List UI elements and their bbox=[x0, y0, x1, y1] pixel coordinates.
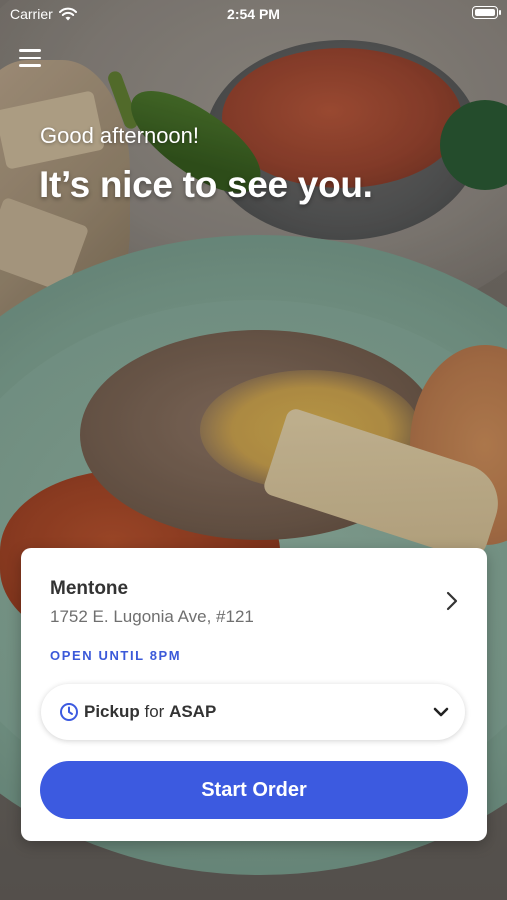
location-card: Mentone 1752 E. Lugonia Ave, #121 OPEN U… bbox=[21, 548, 487, 841]
order-mode-connector: for bbox=[144, 702, 165, 721]
chevron-down-icon bbox=[433, 707, 449, 717]
hamburger-menu-icon[interactable] bbox=[19, 49, 41, 67]
order-mode-dropdown[interactable]: Pickup for ASAP bbox=[41, 684, 465, 740]
battery-icon bbox=[472, 6, 501, 19]
chevron-right-icon bbox=[446, 591, 458, 611]
greeting-text: Good afternoon! bbox=[40, 123, 200, 148]
start-order-button[interactable]: Start Order bbox=[40, 761, 468, 819]
order-mode-time: ASAP bbox=[169, 702, 217, 721]
order-mode-label: Pickup for ASAP bbox=[84, 702, 216, 722]
order-mode-type: Pickup bbox=[84, 702, 140, 721]
status-time: 2:54 PM bbox=[227, 6, 280, 22]
location-address: 1752 E. Lugonia Ave, #121 bbox=[50, 607, 254, 626]
location-selector[interactable]: Mentone 1752 E. Lugonia Ave, #121 bbox=[21, 548, 487, 648]
hours-status: OPEN UNTIL 8PM bbox=[50, 648, 182, 663]
clock-icon bbox=[60, 703, 78, 721]
welcome-headline: It’s nice to see you. bbox=[39, 164, 373, 205]
status-bar: Carrier 2:54 PM bbox=[0, 0, 507, 28]
location-name: Mentone bbox=[50, 578, 129, 599]
